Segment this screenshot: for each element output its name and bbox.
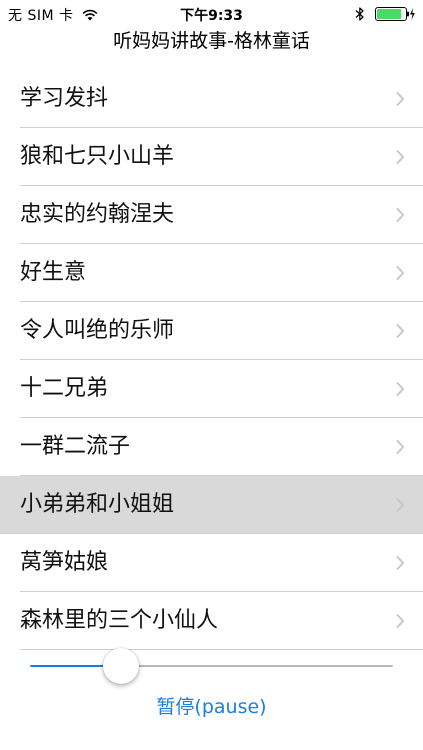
status-right — [355, 6, 415, 22]
story-list-item[interactable]: 一群二流子 — [0, 418, 423, 476]
pause-button[interactable]: 暂停(pause) — [0, 692, 423, 719]
chevron-right-icon — [396, 323, 405, 339]
progress-slider[interactable] — [30, 646, 393, 686]
story-list-item[interactable]: 学习发抖 — [0, 70, 423, 128]
chevron-right-icon — [396, 207, 405, 223]
story-title: 忠实的约翰涅夫 — [20, 202, 175, 227]
page-title: 听妈妈讲故事-格林童话 — [113, 30, 310, 52]
story-title: 令人叫绝的乐师 — [20, 318, 175, 343]
chevron-right-icon — [396, 613, 405, 629]
chevron-right-icon — [396, 149, 405, 165]
story-list-item[interactable]: 好生意 — [0, 244, 423, 302]
story-list-item[interactable]: 十二兄弟 — [0, 360, 423, 418]
chevron-right-icon — [396, 439, 405, 455]
story-title: 学习发抖 — [20, 86, 109, 111]
story-list-item[interactable]: 令人叫绝的乐师 — [0, 302, 423, 360]
story-title: 小弟弟和小姐姐 — [20, 492, 175, 517]
story-title: 狼和七只小山羊 — [20, 144, 175, 169]
story-list-item[interactable]: 小弟弟和小姐姐 — [0, 476, 423, 534]
story-title: 莴笋姑娘 — [20, 550, 109, 575]
battery-charging-icon — [375, 7, 415, 21]
chevron-right-icon — [396, 497, 405, 513]
chevron-right-icon — [396, 381, 405, 397]
slider-thumb[interactable] — [102, 648, 139, 684]
story-list-item[interactable]: 狼和七只小山羊 — [0, 128, 423, 186]
story-title: 十二兄弟 — [20, 376, 109, 401]
app-screen: 无 SIM 卡 下午9:33 听妈妈讲故事-格林童话 学习发抖狼和七只小山羊 忠实… — [0, 0, 423, 750]
story-list: 学习发抖狼和七只小山羊 忠实的约翰涅夫 好生意令人叫绝的乐师 十二兄弟一群二流子小弟弟… — [0, 70, 423, 650]
bluetooth-icon — [355, 7, 364, 21]
status-bar: 无 SIM 卡 下午9:33 — [0, 0, 423, 28]
story-list-item[interactable]: 忠实的约翰涅夫 — [0, 186, 423, 244]
chevron-right-icon — [396, 265, 405, 281]
chevron-right-icon — [396, 555, 405, 571]
story-title: 森林里的三个小仙人 — [20, 608, 219, 633]
chevron-right-icon — [396, 91, 405, 107]
story-list-item[interactable]: 莴笋姑娘 — [0, 534, 423, 592]
story-title: 一群二流子 — [20, 434, 131, 459]
story-title: 好生意 — [20, 260, 87, 285]
story-list-item[interactable]: 森林里的三个小仙人 — [0, 592, 423, 650]
